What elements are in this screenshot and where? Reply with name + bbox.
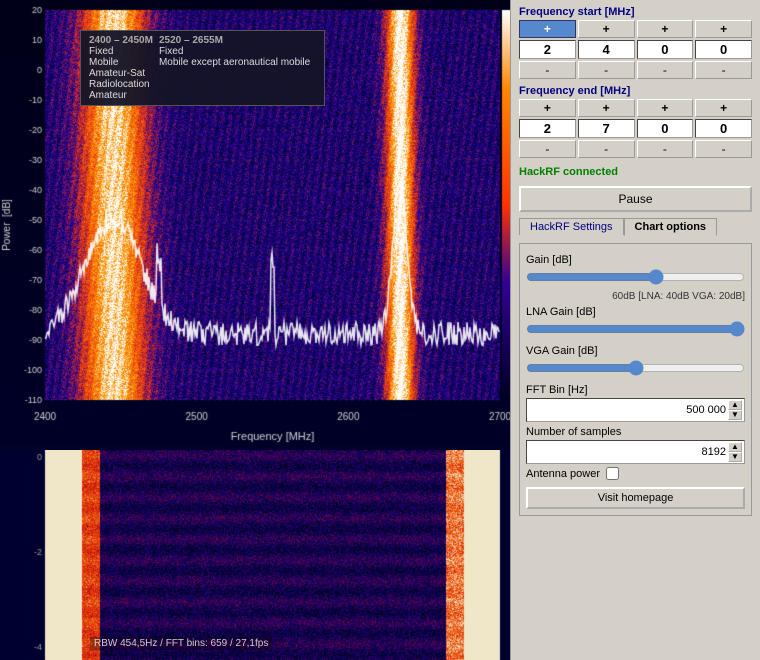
waterfall: RBW 454,5Hz / FFT bins: 659 / 27,1fps — [0, 450, 510, 660]
freq-start-digit-2: 0 — [637, 40, 694, 59]
freq-start-plus-1[interactable]: + — [578, 20, 635, 38]
gain-slider-container — [526, 268, 745, 289]
antenna-checkbox[interactable] — [606, 467, 619, 480]
freq-end-minus-2[interactable]: - — [637, 140, 694, 158]
fft-bin-spinners: ▲ ▼ — [728, 400, 742, 420]
freq-end-plus-0[interactable]: + — [519, 99, 576, 117]
freq-end-plus-2[interactable]: + — [637, 99, 694, 117]
freq-start-minus-2[interactable]: - — [637, 61, 694, 79]
freq-end-plus-3[interactable]: + — [695, 99, 752, 117]
freq-start-minus-1[interactable]: - — [578, 61, 635, 79]
freq-end-minus-1[interactable]: - — [578, 140, 635, 158]
freq-end-plus-row: + + + + — [519, 99, 752, 117]
homepage-button[interactable]: Visit homepage — [526, 487, 745, 509]
freq-start-label: Frequency start [MHz] — [519, 6, 752, 18]
freq-start-plus-row: + + + + — [519, 20, 752, 38]
vga-slider-container — [526, 359, 745, 380]
freq-start-digit-0: 2 — [519, 40, 576, 59]
freq-end-plus-1[interactable]: + — [578, 99, 635, 117]
waterfall-canvas — [0, 450, 510, 660]
freq-end-digit-3: 0 — [695, 119, 752, 138]
freq-start-digit-3: 0 — [695, 40, 752, 59]
spectrum-canvas — [0, 0, 510, 450]
freq-start-minus-row: - - - - — [519, 61, 752, 79]
freq-end-digits-row: 2 7 0 0 — [519, 119, 752, 138]
vga-label: VGA Gain [dB] — [526, 345, 745, 357]
freq-end-digit-0: 2 — [519, 119, 576, 138]
tab-chart[interactable]: Chart options — [624, 218, 718, 236]
freq-end-label: Frequency end [MHz] — [519, 85, 752, 97]
freq-end-digit-1: 7 — [578, 119, 635, 138]
freq-start-section: Frequency start [MHz] + + + + 2 4 0 0 - … — [519, 6, 752, 81]
num-samples-label: Number of samples — [526, 426, 745, 438]
status-line: HackRF connected — [519, 166, 752, 178]
status-label: HackRF connected — [519, 166, 618, 178]
lna-slider[interactable] — [526, 320, 745, 338]
lna-label: LNA Gain [dB] — [526, 306, 745, 318]
freq-end-section: Frequency end [MHz] + + + + 2 7 0 0 - - … — [519, 85, 752, 160]
gain-label: Gain [dB] — [526, 254, 745, 266]
gain-slider[interactable] — [526, 268, 745, 286]
tabs-bar: HackRF Settings Chart options — [519, 218, 752, 235]
tab-content-chart: Gain [dB] 60dB [LNA: 40dB VGA: 20dB] LNA… — [519, 243, 752, 516]
fft-bin-input[interactable] — [646, 404, 726, 416]
left-panel: 2400 – 2450M 2520 – 2655M Fixed Fixed Mo… — [0, 0, 510, 660]
lna-slider-container — [526, 320, 745, 341]
fft-bin-label: FFT Bin [Hz] — [526, 384, 745, 396]
num-samples-spinners: ▲ ▼ — [728, 442, 742, 462]
fft-bin-down[interactable]: ▼ — [728, 410, 742, 420]
rbw-label: RBW 454,5Hz / FFT bins: 659 / 27,1fps — [90, 637, 272, 650]
antenna-label: Antenna power — [526, 468, 600, 480]
fft-bin-up[interactable]: ▲ — [728, 400, 742, 410]
freq-end-digit-2: 0 — [637, 119, 694, 138]
freq-end-minus-0[interactable]: - — [519, 140, 576, 158]
freq-end-minus-row: - - - - — [519, 140, 752, 158]
num-samples-row: ▲ ▼ — [526, 440, 745, 464]
num-samples-up[interactable]: ▲ — [728, 442, 742, 452]
freq-start-digit-1: 4 — [578, 40, 635, 59]
num-samples-input[interactable] — [646, 446, 726, 458]
freq-start-minus-0[interactable]: - — [519, 61, 576, 79]
vga-slider[interactable] — [526, 359, 745, 377]
num-samples-down[interactable]: ▼ — [728, 452, 742, 462]
fft-bin-row: ▲ ▼ — [526, 398, 745, 422]
gain-value: 60dB [LNA: 40dB VGA: 20dB] — [526, 291, 745, 302]
spectrum-chart: 2400 – 2450M 2520 – 2655M Fixed Fixed Mo… — [0, 0, 510, 450]
freq-end-minus-3[interactable]: - — [695, 140, 752, 158]
freq-start-plus-0[interactable]: + — [519, 20, 576, 38]
right-panel: Frequency start [MHz] + + + + 2 4 0 0 - … — [510, 0, 760, 660]
freq-start-plus-3[interactable]: + — [695, 20, 752, 38]
freq-start-minus-3[interactable]: - — [695, 61, 752, 79]
antenna-row: Antenna power — [526, 467, 745, 480]
pause-button[interactable]: Pause — [519, 186, 752, 212]
tab-hackrf[interactable]: HackRF Settings — [519, 218, 624, 235]
freq-start-plus-2[interactable]: + — [637, 20, 694, 38]
freq-start-digits-row: 2 4 0 0 — [519, 40, 752, 59]
